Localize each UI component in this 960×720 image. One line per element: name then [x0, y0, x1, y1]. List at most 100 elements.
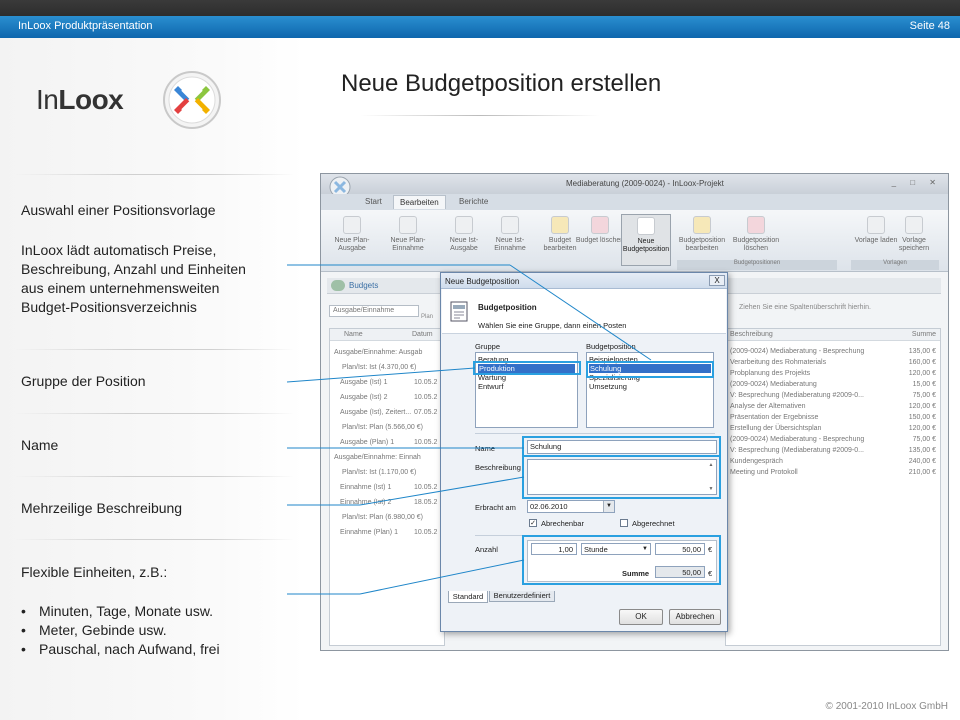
ribbon-label: Neue Plan-Ausgabe — [334, 237, 370, 252]
ribbon-label: Neue Budgetposition — [622, 238, 670, 253]
group-label: Gruppe — [475, 342, 501, 351]
ribbon-group-label: Vorlagen — [851, 260, 939, 270]
table-row[interactable]: Plan/Ist: Plan (5.566,00 €) — [330, 422, 444, 434]
group-item[interactable]: Wartung — [478, 373, 506, 382]
row-name: Ausgabe (Ist) 2 — [340, 394, 388, 401]
table-row[interactable]: Plan/Ist: Ist (4.370,00 €) — [330, 362, 444, 374]
ribbon-new-budget-position[interactable]: Neue Budgetposition — [621, 214, 671, 266]
billable-checkbox[interactable]: ✓ — [529, 519, 537, 527]
row-name: Plan/Ist: Ist (1.170,00 €) — [342, 469, 417, 476]
row-sum: 75,00 € — [912, 436, 936, 443]
column-header[interactable]: Beschreibung — [730, 331, 773, 338]
table-row[interactable]: Meeting und Protokoll 210,00 € — [726, 468, 940, 480]
ribbon-new-plan-expense[interactable]: Neue Plan-Ausgabe — [327, 214, 377, 266]
dialog-header: Budgetposition Wählen Sie eine Gruppe, d… — [442, 289, 726, 334]
plus-icon — [399, 216, 417, 234]
table-row[interactable]: Plan/Ist: Plan (6.980,00 €) — [330, 512, 444, 524]
tab-bearbeiten[interactable]: Bearbeiten — [393, 195, 446, 209]
row-name: Einnahme (Ist) 2 — [340, 499, 392, 506]
bullet-item: • Pauschal, nach Aufwand, frei — [21, 641, 220, 657]
divider — [15, 174, 295, 175]
table-row[interactable]: Ausgabe (Ist) 1 10.05.2 — [330, 377, 444, 389]
group-item[interactable]: Entwurf — [478, 382, 503, 391]
row-sum: 120,00 € — [908, 403, 936, 410]
row-description: V: Besprechung (Mediaberatung #2009-0... — [730, 447, 864, 454]
ribbon-save-template[interactable]: Vorlage speichern — [889, 214, 939, 266]
column-header[interactable]: Summe — [912, 331, 936, 338]
divider — [475, 433, 715, 434]
ribbon-new-actual-income[interactable]: Neue Ist-Einnahme — [485, 214, 535, 266]
table-row[interactable]: Ausgabe/Einnahme: Ausgab — [330, 347, 444, 359]
window-controls[interactable]: _ □ ✕ — [892, 178, 942, 187]
note-template: Auswahl einer Positionsvorlage — [21, 202, 216, 218]
row-name: Plan/Ist: Plan (5.566,00 €) — [342, 424, 423, 431]
row-description: V: Besprechung (Mediaberatung #2009-0... — [730, 392, 864, 399]
ribbon-delete-budget-position[interactable]: Budgetposition löschen — [731, 214, 781, 266]
highlight-group — [473, 361, 581, 375]
window-title: Mediaberatung (2009-0024) - InLoox-Proje… — [566, 179, 724, 188]
ribbon-label: Neue Ist-Einnahme — [494, 237, 526, 252]
tab-standard[interactable]: Standard — [448, 591, 488, 603]
bullet-text: Pauschal, nach Aufwand, frei — [39, 641, 220, 657]
row-date: 10.05.2 — [414, 439, 438, 446]
highlight-description — [522, 455, 721, 499]
divider — [15, 539, 295, 540]
row-name: Einnahme (Ist) 1 — [340, 484, 392, 491]
window-titlebar: Mediaberatung (2009-0024) - InLoox-Proje… — [321, 174, 948, 198]
table-row[interactable]: Einnahme (Ist) 2 18.05.2 — [330, 497, 444, 509]
ribbon-new-plan-income[interactable]: Neue Plan-Einnahme — [383, 214, 433, 266]
bullet-text: Minuten, Tage, Monate usw. — [39, 603, 214, 619]
table-row[interactable]: Einnahme (Plan) 1 10.05.2 — [330, 527, 444, 539]
note-group: Gruppe der Position — [21, 373, 146, 389]
name-label: Name — [475, 444, 496, 453]
note-autoload: InLoox lädt automatisch Preise, Beschrei… — [21, 241, 246, 317]
cancel-button[interactable]: Abbrechen — [669, 609, 721, 625]
plan-toggle-button[interactable]: Plan — [421, 312, 435, 322]
eraser-icon — [591, 216, 609, 234]
budget-position-grid: Beschreibung Summe (2009-0024) Mediaberatu… — [725, 328, 941, 646]
row-date: 07.05.2 — [414, 409, 438, 416]
ribbon-label: Budget löschen — [575, 237, 625, 244]
logo-text: InLoox — [36, 84, 124, 116]
pencil-icon — [693, 216, 711, 234]
tab-custom[interactable]: Benutzerdefiniert — [489, 591, 555, 602]
column-header[interactable]: Datum — [412, 331, 433, 338]
calendar-dropdown-icon[interactable]: ▼ — [603, 501, 614, 512]
table-row[interactable]: Ausgabe (Ist), Zeitert... 07.05.2 — [330, 407, 444, 419]
ribbon-label: Budgetposition bearbeiten — [678, 237, 726, 252]
close-button[interactable]: X — [709, 275, 725, 286]
table-row[interactable]: Einnahme (Ist) 1 10.05.2 — [330, 482, 444, 494]
header-bar: InLoox Produktpräsentation Seite 48 — [0, 16, 960, 38]
billed-checkbox[interactable] — [620, 519, 628, 527]
date-field[interactable]: 02.06.2010 ▼ — [527, 500, 615, 513]
tab-berichte[interactable]: Berichte — [459, 197, 488, 206]
table-row[interactable]: Ausgabe (Plan) 1 10.05.2 — [330, 437, 444, 449]
tab-start[interactable]: Start — [365, 197, 382, 206]
budgets-label: Budgets — [349, 281, 379, 290]
row-description: Präsentation der Ergebnisse — [730, 414, 819, 421]
template-load-icon — [867, 216, 885, 234]
position-item[interactable]: Umsetzung — [589, 382, 627, 391]
column-header[interactable]: Name — [344, 331, 363, 338]
ok-button[interactable]: OK — [619, 609, 663, 625]
highlight-amount — [522, 535, 721, 585]
ribbon-new-actual-expense[interactable]: Neue Ist-Ausgabe — [439, 214, 489, 266]
row-description: (2009-0024) Mediaberatung - Besprechung — [730, 436, 865, 443]
ribbon-group-label: Budgetpositionen — [677, 260, 837, 270]
divider — [15, 476, 295, 477]
budget-type-dropdown[interactable]: Ausgabe/Einnahme — [329, 305, 419, 317]
highlight-positions — [586, 361, 714, 378]
table-row[interactable]: Ausgabe/Einnahme: Einnah — [330, 452, 444, 464]
ribbon-edit-budget-position[interactable]: Budgetposition bearbeiten — [677, 214, 727, 266]
row-name: Ausgabe (Ist) 1 — [340, 379, 388, 386]
row-description: Kundengespräch — [730, 458, 783, 465]
note-name: Name — [21, 437, 59, 453]
ribbon-delete-budget[interactable]: Budget löschen — [575, 214, 625, 266]
table-row[interactable]: Ausgabe (Ist) 2 10.05.2 — [330, 392, 444, 404]
row-sum: 120,00 € — [908, 425, 936, 432]
eraser-icon — [747, 216, 765, 234]
row-sum: 150,00 € — [908, 414, 936, 421]
date-value: 02.06.2010 — [530, 502, 568, 511]
row-date: 10.05.2 — [414, 379, 438, 386]
table-row[interactable]: Plan/Ist: Ist (1.170,00 €) — [330, 467, 444, 479]
